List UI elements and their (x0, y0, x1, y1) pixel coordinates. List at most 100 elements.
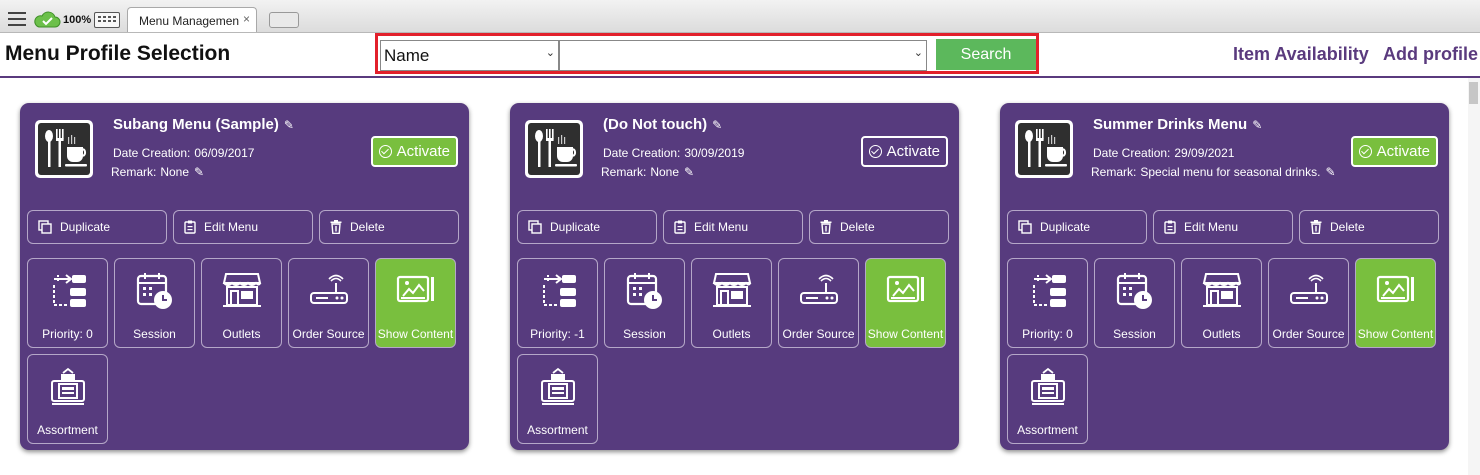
edit-remark-pencil-icon[interactable]: ✎ (684, 165, 694, 179)
search-field-select[interactable]: Name ⌄ (380, 40, 559, 71)
edit-title-pencil-icon[interactable]: ✎ (284, 118, 294, 132)
tab-title: Menu Managemen (139, 14, 240, 28)
show-content-label: Show Content (377, 327, 454, 341)
card-title-row: (Do Not touch) ✎ (603, 116, 722, 133)
assortment-tile[interactable]: Assortment (1007, 354, 1088, 444)
card-title: Subang Menu (Sample) (113, 116, 279, 133)
new-tab-button[interactable] (269, 12, 299, 28)
show-content-tile[interactable]: Show Content (375, 258, 456, 348)
card-title-row: Summer Drinks Menu ✎ (1093, 116, 1262, 133)
activate-label: Activate (396, 143, 450, 160)
edit-menu-button[interactable]: Edit Menu (663, 210, 803, 244)
session-tile[interactable]: Session (114, 258, 195, 348)
add-profile-link[interactable]: Add profile (1383, 44, 1478, 65)
priority-swap-icon (1033, 274, 1066, 307)
chevron-down-icon: ⌄ (545, 47, 555, 59)
order-source-label: Order Source (1272, 327, 1345, 341)
order-source-label: Order Source (782, 327, 855, 341)
keyboard-icon[interactable] (94, 12, 120, 28)
card-title: Summer Drinks Menu (1093, 116, 1248, 133)
date-creation-value: 06/09/2017 (194, 146, 255, 160)
calendar-clock-icon (626, 273, 662, 309)
display-content-icon (396, 275, 434, 303)
edit-remark-pencil-icon[interactable]: ✎ (1325, 165, 1335, 179)
priority-value: 0 (86, 327, 93, 341)
show-content-tile[interactable]: Show Content (865, 258, 946, 348)
delete-button[interactable]: Delete (1299, 210, 1439, 244)
remark-row: Remark: Special menu for seasonal drinks.… (1091, 165, 1336, 179)
card-title-row: Subang Menu (Sample) ✎ (113, 116, 294, 133)
delete-button[interactable]: Delete (809, 210, 949, 244)
vertical-scrollbar[interactable] (1468, 78, 1480, 475)
hamburger-menu-icon[interactable] (8, 12, 26, 26)
menu-profile-card: Subang Menu (Sample) ✎ Date Creation: 06/0… (20, 103, 469, 450)
zoom-level[interactable]: 100% (63, 14, 91, 26)
duplicate-icon (1018, 220, 1032, 234)
order-source-tile[interactable]: Order Source (288, 258, 369, 348)
priority-tile[interactable]: Priority: -1 (517, 258, 598, 348)
outlets-tile[interactable]: Outlets (201, 258, 282, 348)
session-tile[interactable]: Session (604, 258, 685, 348)
show-content-tile[interactable]: Show Content (1355, 258, 1436, 348)
assortment-label: Assortment (37, 423, 98, 437)
activate-button[interactable]: Activate (1350, 136, 1438, 167)
storefront-icon (712, 273, 752, 307)
search-value-select[interactable]: ⌄ (559, 40, 927, 71)
search-button[interactable]: Search (936, 39, 1036, 70)
priority-tile[interactable]: Priority: 0 (27, 258, 108, 348)
menu-logo (525, 120, 583, 178)
edit-menu-button[interactable]: Edit Menu (173, 210, 313, 244)
storefront-icon (1202, 273, 1242, 307)
activate-button[interactable]: Activate (370, 136, 458, 167)
card-title: (Do Not touch) (603, 116, 708, 133)
assortment-tile[interactable]: Assortment (517, 354, 598, 444)
item-availability-link[interactable]: Item Availability (1233, 44, 1369, 65)
delete-button[interactable]: Delete (319, 210, 459, 244)
priority-text: Priority: (42, 327, 83, 341)
priority-tile[interactable]: Priority: 0 (1007, 258, 1088, 348)
edit-remark-pencil-icon[interactable]: ✎ (194, 165, 204, 179)
tab-close-icon[interactable]: × (243, 12, 250, 26)
activate-button[interactable]: Activate (860, 136, 948, 167)
outlets-label: Outlets (712, 327, 751, 341)
scrollbar-thumb[interactable] (1469, 82, 1478, 104)
date-creation-label: Date Creation: (1093, 146, 1171, 160)
order-source-label: Order Source (292, 327, 365, 341)
priority-value: 0 (1066, 327, 1073, 341)
router-icon (800, 274, 838, 304)
outlets-tile[interactable]: Outlets (1181, 258, 1262, 348)
menu-profile-card: (Do Not touch) ✎ Date Creation: 30/09/2019… (510, 103, 959, 450)
trash-icon (820, 220, 832, 234)
delete-label: Delete (1330, 220, 1365, 234)
order-source-tile[interactable]: Order Source (1268, 258, 1349, 348)
page-title: Menu Profile Selection (5, 42, 231, 65)
browser-tab-menu-management[interactable]: Menu Managemen × (127, 7, 257, 32)
duplicate-button[interactable]: Duplicate (517, 210, 657, 244)
edit-menu-label: Edit Menu (204, 220, 259, 234)
edit-menu-label: Edit Menu (694, 220, 749, 234)
session-label: Session (1113, 327, 1156, 341)
show-content-label: Show Content (867, 327, 944, 341)
assortment-tile[interactable]: Assortment (27, 354, 108, 444)
display-content-icon (1376, 275, 1414, 303)
display-content-icon (886, 275, 924, 303)
check-circle-icon (868, 145, 882, 158)
edit-title-pencil-icon[interactable]: ✎ (1252, 118, 1262, 132)
trash-icon (1310, 220, 1322, 234)
priority-swap-icon (53, 274, 86, 307)
date-creation-value: 29/09/2021 (1174, 146, 1235, 160)
order-source-tile[interactable]: Order Source (778, 258, 859, 348)
outlets-tile[interactable]: Outlets (691, 258, 772, 348)
date-creation-label: Date Creation: (603, 146, 681, 160)
menu-logo (35, 120, 93, 178)
activate-label: Activate (1376, 143, 1430, 160)
date-creation-row: Date Creation: 30/09/2019 (603, 146, 744, 160)
menu-profile-card: Summer Drinks Menu ✎ Date Creation: 29/09/… (1000, 103, 1449, 450)
priority-label: Priority: 0 (1008, 327, 1087, 341)
edit-menu-button[interactable]: Edit Menu (1153, 210, 1293, 244)
duplicate-button[interactable]: Duplicate (1007, 210, 1147, 244)
session-tile[interactable]: Session (1094, 258, 1175, 348)
date-creation-row: Date Creation: 06/09/2017 (113, 146, 254, 160)
duplicate-button[interactable]: Duplicate (27, 210, 167, 244)
edit-title-pencil-icon[interactable]: ✎ (712, 118, 722, 132)
